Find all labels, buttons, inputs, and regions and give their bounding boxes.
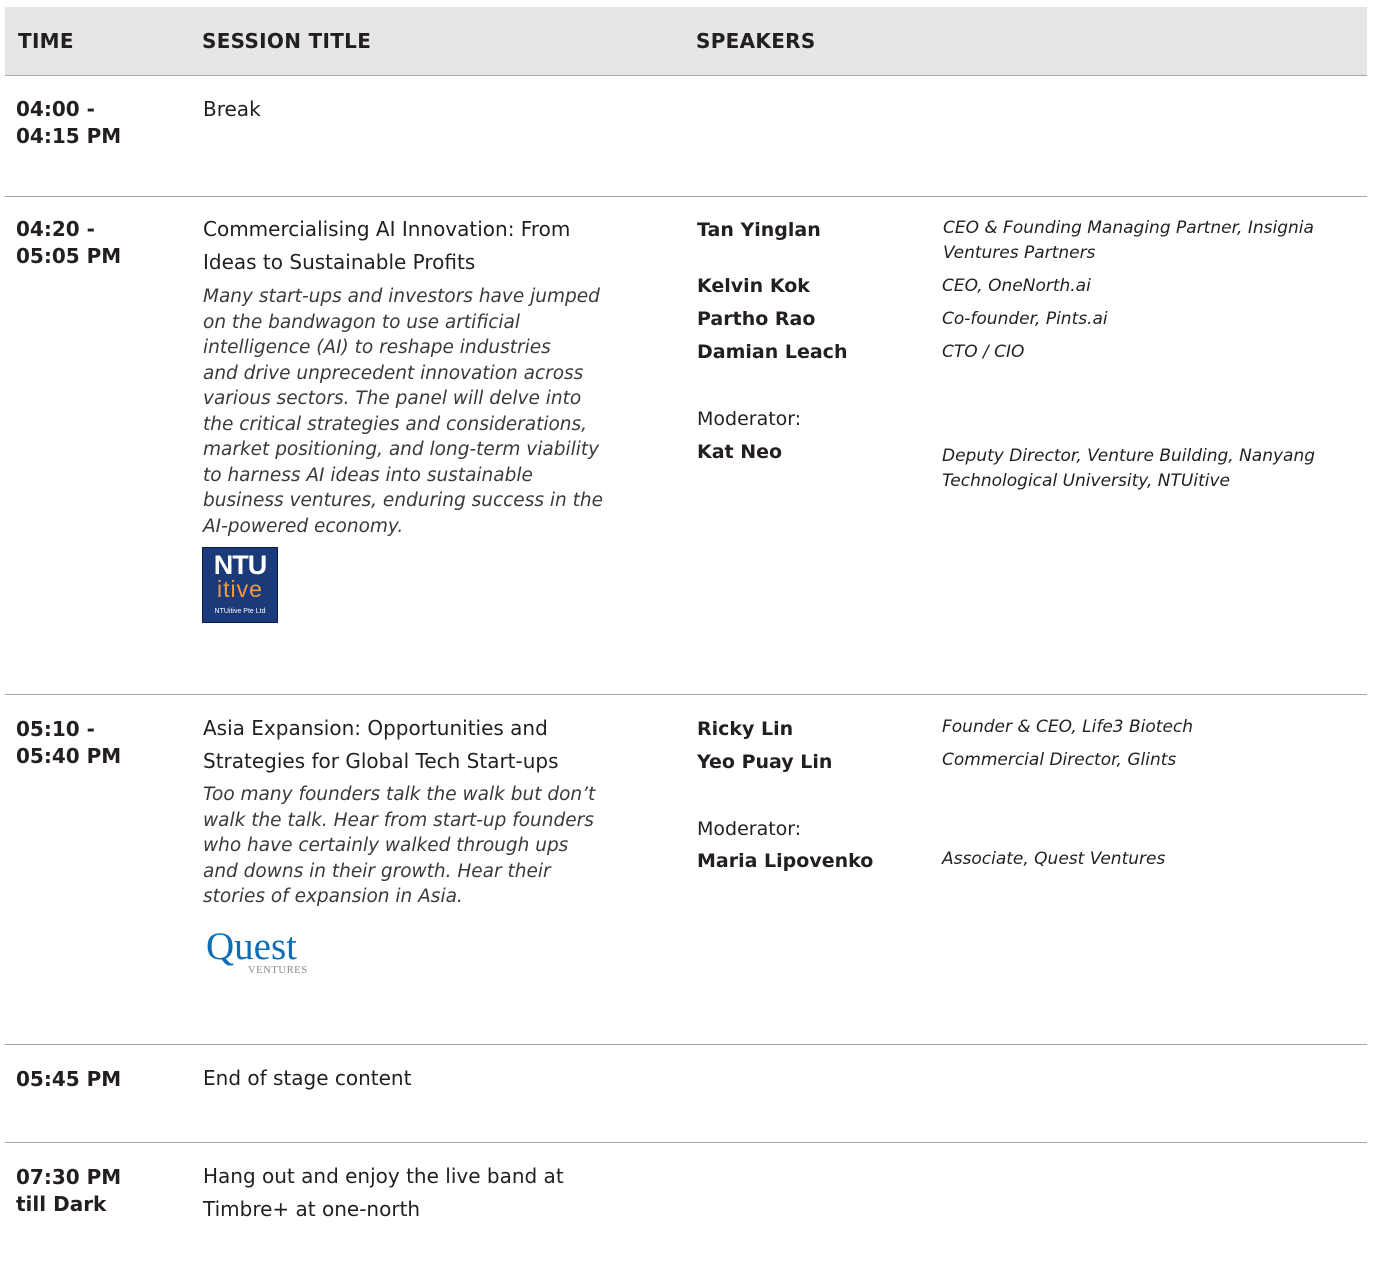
session-time: 05:10 - 05:40 PM	[16, 716, 166, 770]
header-time: TIME	[18, 29, 74, 53]
moderator-name: Kat Neo	[697, 441, 783, 463]
logo-text: Quest	[206, 925, 297, 968]
session-title: Commercialising AI Innovation: From Idea…	[203, 213, 663, 279]
description-line: and drive unprecedent innovation across	[203, 362, 584, 384]
description-line: the critical strategies and consideratio…	[203, 413, 588, 435]
role-line: Ventures Partners	[943, 243, 1096, 263]
time-line: 04:15 PM	[16, 124, 122, 148]
description-line: intelligence (AI) to reshape industries	[203, 337, 551, 358]
header-session-title: SESSION TITLE	[202, 29, 372, 53]
session-title: End of stage content	[203, 1066, 412, 1090]
description-line: stories of expansion in Asia.	[203, 886, 463, 907]
moderator-name: Maria Lipovenko	[697, 850, 874, 872]
time-line: 05:10 -	[16, 717, 95, 741]
role-line: Technological University, NTUitive	[942, 471, 1230, 491]
description-line: business ventures, enduring success in t…	[203, 490, 603, 511]
time-line: 05:40 PM	[16, 744, 122, 768]
row-divider	[5, 694, 1367, 695]
session-time: 05:45 PM	[16, 1067, 122, 1091]
session-time: 04:00 - 04:15 PM	[16, 96, 166, 150]
time-line: 04:00 -	[16, 97, 95, 121]
session-description: Many start-ups and investors have jumped…	[203, 284, 658, 539]
description-line: AI-powered economy.	[203, 515, 404, 537]
header-speakers: SPEAKERS	[696, 29, 816, 53]
role-line: CEO & Founding Managing Partner, Insigni…	[943, 218, 1314, 238]
logo-text: itive	[217, 576, 263, 602]
session-title: Hang out and enjoy the live band at Timb…	[203, 1160, 663, 1226]
row-divider	[5, 1044, 1367, 1045]
session-title: Break	[203, 97, 261, 121]
time-line: 05:05 PM	[16, 244, 122, 268]
description-line: to harness AI ideas into sustainable	[203, 464, 533, 486]
speaker-name: Tan Yinglan	[697, 219, 821, 241]
title-line: Asia Expansion: Opportunities and	[203, 716, 548, 740]
description-line: various sectors. The panel will delve in…	[203, 388, 582, 409]
description-line: and downs in their growth. Hear their	[203, 860, 551, 882]
row-divider	[5, 1142, 1367, 1143]
speaker-role: Co-founder, Pints.ai	[942, 309, 1108, 329]
speaker-name: Kelvin Kok	[697, 275, 810, 297]
title-line: Strategies for Global Tech Start-ups	[203, 749, 559, 773]
session-title: Asia Expansion: Opportunities and Strate…	[203, 712, 663, 778]
role-line: Deputy Director, Venture Building, Nanya…	[942, 446, 1316, 466]
ntuitive-logo-icon: NTU itive NTUitive Pte Ltd	[202, 547, 278, 623]
title-line: Hang out and enjoy the live band at	[203, 1164, 564, 1188]
speaker-role: Founder & CEO, Life3 Biotech	[942, 717, 1194, 737]
description-line: market positioning, and long-term viabil…	[203, 439, 600, 460]
time-line: 07:30 PM	[16, 1165, 122, 1189]
speaker-name: Damian Leach	[697, 341, 848, 363]
description-line: walk the talk. Hear from start-up founde…	[203, 809, 594, 831]
moderator-label: Moderator:	[697, 408, 802, 430]
description-line: who have certainly walked through ups	[203, 835, 569, 856]
speaker-name: Yeo Puay Lin	[697, 751, 833, 773]
speaker-name: Ricky Lin	[697, 718, 794, 740]
session-time: 04:20 - 05:05 PM	[16, 216, 166, 270]
title-line: Ideas to Sustainable Profits	[203, 250, 476, 274]
moderator-label: Moderator:	[697, 818, 802, 840]
description-line: on the bandwagon to use artificial	[203, 311, 521, 333]
row-divider	[5, 196, 1367, 197]
speaker-role: CTO / CIO	[942, 342, 1025, 362]
logo-text: NTUitive Pte Ltd	[214, 608, 266, 615]
table-header: TIME SESSION TITLE SPEAKERS	[5, 7, 1367, 76]
title-line: Timbre+ at one-north	[203, 1197, 421, 1221]
session-description: Too many founders talk the walk but don’…	[203, 782, 658, 910]
description-line: Many start-ups and investors have jumped	[203, 286, 600, 307]
time-line: till Dark	[16, 1192, 107, 1216]
speaker-role: Commercial Director, Glints	[942, 750, 1177, 770]
logo-text: NTU	[213, 550, 268, 580]
speaker-role: CEO, OneNorth.ai	[942, 276, 1091, 296]
moderator-role: Associate, Quest Ventures	[942, 849, 1166, 869]
moderator-role: Deputy Director, Venture Building, Nanya…	[942, 444, 1362, 494]
logo-text: VENTURES	[248, 965, 308, 976]
session-time: 07:30 PM till Dark	[16, 1164, 166, 1218]
title-line: Commercialising AI Innovation: From	[203, 217, 571, 241]
quest-ventures-logo-icon: Quest VENTURES	[206, 927, 316, 982]
description-line: Too many founders talk the walk but don’…	[203, 784, 596, 805]
time-line: 04:20 -	[16, 217, 95, 241]
speaker-name: Partho Rao	[697, 308, 816, 330]
speaker-role: CEO & Founding Managing Partner, Insigni…	[943, 216, 1363, 266]
